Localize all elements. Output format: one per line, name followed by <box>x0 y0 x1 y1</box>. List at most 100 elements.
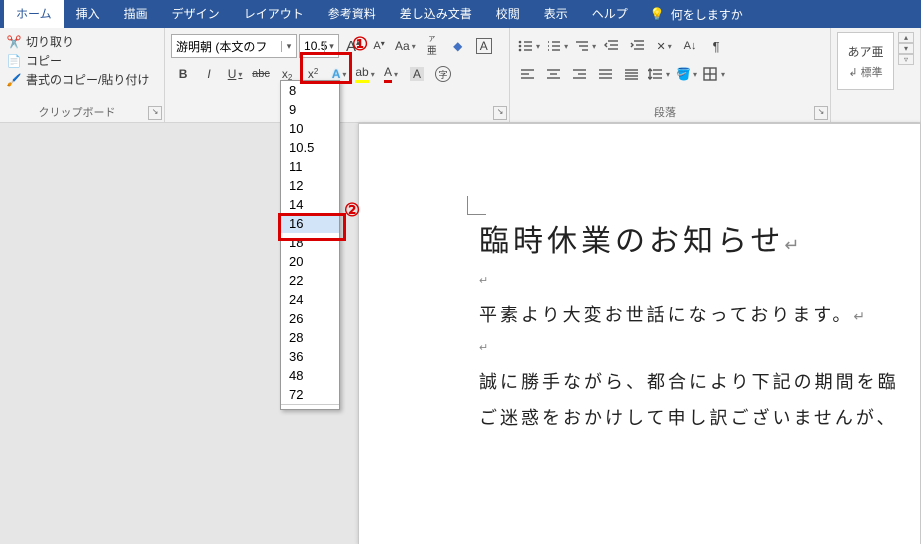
font-color-icon: A <box>384 65 392 83</box>
size-option[interactable]: 48 <box>281 366 339 385</box>
font-name-dropdown-icon[interactable]: ▾ <box>281 41 296 52</box>
numbering-icon <box>546 39 562 53</box>
clear-formatting-button[interactable]: ◆ <box>446 35 470 57</box>
tell-me-search[interactable]: 💡 何をしますか <box>640 6 753 23</box>
styles-up-icon[interactable]: ▴ <box>898 32 914 43</box>
distributed-icon <box>624 67 640 81</box>
size-option[interactable]: 8 <box>281 81 339 100</box>
tab-review[interactable]: 校閲 <box>484 0 532 28</box>
tell-me-label: 何をしますか <box>671 6 743 23</box>
align-right-button[interactable] <box>568 63 592 85</box>
highlight-button[interactable]: ab <box>353 63 377 85</box>
tab-insert[interactable]: 挿入 <box>64 0 112 28</box>
paragraph-mark-icon: ↵ <box>479 341 920 354</box>
line-spacing-button[interactable] <box>646 63 672 85</box>
font-name-combo[interactable]: 游明朝 (本文のフ ▾ <box>171 34 297 58</box>
tab-view[interactable]: 表示 <box>532 0 580 28</box>
styles-more-icon[interactable]: ▿ <box>898 54 914 65</box>
size-option[interactable]: 9 <box>281 100 339 119</box>
font-launcher-icon[interactable]: ↘ <box>493 106 507 120</box>
ruby-button[interactable]: ア亜 <box>420 35 444 57</box>
justify-button[interactable] <box>594 63 618 85</box>
enclose-char-icon: 字 <box>435 66 451 82</box>
margin-mark-icon <box>467 196 486 215</box>
decrease-indent-icon <box>604 39 620 53</box>
bold-button[interactable]: B <box>171 63 195 85</box>
shading-button[interactable]: 🪣 <box>674 63 699 85</box>
tab-references[interactable]: 参考資料 <box>316 0 388 28</box>
clipboard-launcher-icon[interactable]: ↘ <box>148 106 162 120</box>
multilevel-list-button[interactable] <box>572 35 598 57</box>
group-label-clipboard: クリップボード <box>0 104 154 120</box>
size-option[interactable]: 20 <box>281 252 339 271</box>
style-sample-text: あア亜 <box>838 43 893 60</box>
size-option[interactable]: 22 <box>281 271 339 290</box>
line-spacing-icon <box>648 67 664 81</box>
copy-button[interactable]: 📄 コピー <box>6 51 158 70</box>
strikethrough-button[interactable]: abc <box>249 63 273 85</box>
asian-layout-button[interactable]: ✕ <box>652 35 676 57</box>
show-marks-button[interactable]: ¶ <box>704 35 728 57</box>
change-case-button[interactable]: Aa <box>393 35 418 57</box>
shrink-font-button[interactable]: A▾ <box>367 35 391 57</box>
size-option[interactable]: 10.5 <box>281 138 339 157</box>
size-option[interactable]: 28 <box>281 328 339 347</box>
doc-line: ご迷惑をおかけして申し訳ございませんが、 <box>479 404 920 430</box>
size-option[interactable]: 18 <box>281 233 339 252</box>
format-painter-button[interactable]: 🖌️ 書式のコピー/貼り付け <box>6 70 158 89</box>
size-option[interactable]: 72 <box>281 385 339 404</box>
sort-button[interactable]: A↓ <box>678 35 702 57</box>
increase-indent-button[interactable] <box>626 35 650 57</box>
size-option[interactable]: 24 <box>281 290 339 309</box>
bullets-button[interactable] <box>516 35 542 57</box>
font-size-dropdown-icon[interactable]: ▾ <box>324 41 338 52</box>
borders-button[interactable] <box>701 63 727 85</box>
size-option[interactable] <box>281 404 339 409</box>
distributed-button[interactable] <box>620 63 644 85</box>
styles-down-icon[interactable]: ▾ <box>898 43 914 54</box>
font-name-value: 游明朝 (本文のフ <box>176 38 281 55</box>
ribbon: ✂️ 切り取り 📄 コピー 🖌️ 書式のコピー/貼り付け クリップボード ↘ 游… <box>0 28 921 123</box>
char-shading-button[interactable]: A <box>405 63 429 85</box>
ribbon-tabs: ホーム 挿入 描画 デザイン レイアウト 参考資料 差し込み文書 校閲 表示 ヘ… <box>0 0 921 28</box>
tab-home[interactable]: ホーム <box>4 0 64 28</box>
brush-icon: 🖌️ <box>6 73 22 87</box>
size-option[interactable]: 10 <box>281 119 339 138</box>
font-size-menu[interactable]: 8 9 10 10.5 11 12 14 16 18 20 22 24 26 2… <box>280 80 340 410</box>
paragraph-mark-icon: ↵ <box>784 235 803 255</box>
cut-button[interactable]: ✂️ 切り取り <box>6 32 158 51</box>
size-option[interactable]: 12 <box>281 176 339 195</box>
italic-button[interactable]: I <box>197 63 221 85</box>
bucket-icon: 🪣 <box>676 67 691 81</box>
size-option-hover[interactable]: 16 <box>281 214 339 233</box>
copy-icon: 📄 <box>6 54 22 68</box>
decrease-indent-button[interactable] <box>600 35 624 57</box>
tab-design[interactable]: デザイン <box>160 0 232 28</box>
scissors-icon: ✂️ <box>6 35 22 49</box>
size-option[interactable]: 36 <box>281 347 339 366</box>
tab-draw[interactable]: 描画 <box>112 0 160 28</box>
align-center-button[interactable] <box>542 63 566 85</box>
paragraph-launcher-icon[interactable]: ↘ <box>814 106 828 120</box>
align-left-button[interactable] <box>516 63 540 85</box>
tab-layout[interactable]: レイアウト <box>232 0 316 28</box>
font-color-button[interactable]: A <box>379 63 403 85</box>
group-paragraph: ✕ A↓ ¶ 🪣 段落 ↘ <box>510 28 831 122</box>
align-right-icon <box>572 67 588 81</box>
copy-label: コピー <box>26 52 62 69</box>
size-option[interactable]: 11 <box>281 157 339 176</box>
styles-gallery-scroll[interactable]: ▴ ▾ ▿ <box>898 32 914 65</box>
tab-mailings[interactable]: 差し込み文書 <box>388 0 484 28</box>
enclose-char-button[interactable]: 字 <box>431 63 455 85</box>
style-normal[interactable]: あア亜 ↲ 標準 <box>837 32 894 90</box>
size-option[interactable]: 26 <box>281 309 339 328</box>
style-name: ↲ 標準 <box>838 64 893 80</box>
numbering-button[interactable] <box>544 35 570 57</box>
font-size-combo[interactable]: 10.5 ▾ <box>299 34 339 58</box>
char-border-button[interactable]: A <box>472 35 496 57</box>
page[interactable]: 臨時休業のお知らせ↵ ↵ 平素より大変お世話になっております。↵ ↵ 誠に勝手な… <box>358 123 921 544</box>
size-option[interactable]: 14 <box>281 195 339 214</box>
doc-line: 平素より大変お世話になっております。↵ <box>479 301 920 327</box>
underline-button[interactable]: U <box>223 63 247 85</box>
tab-help[interactable]: ヘルプ <box>580 0 640 28</box>
